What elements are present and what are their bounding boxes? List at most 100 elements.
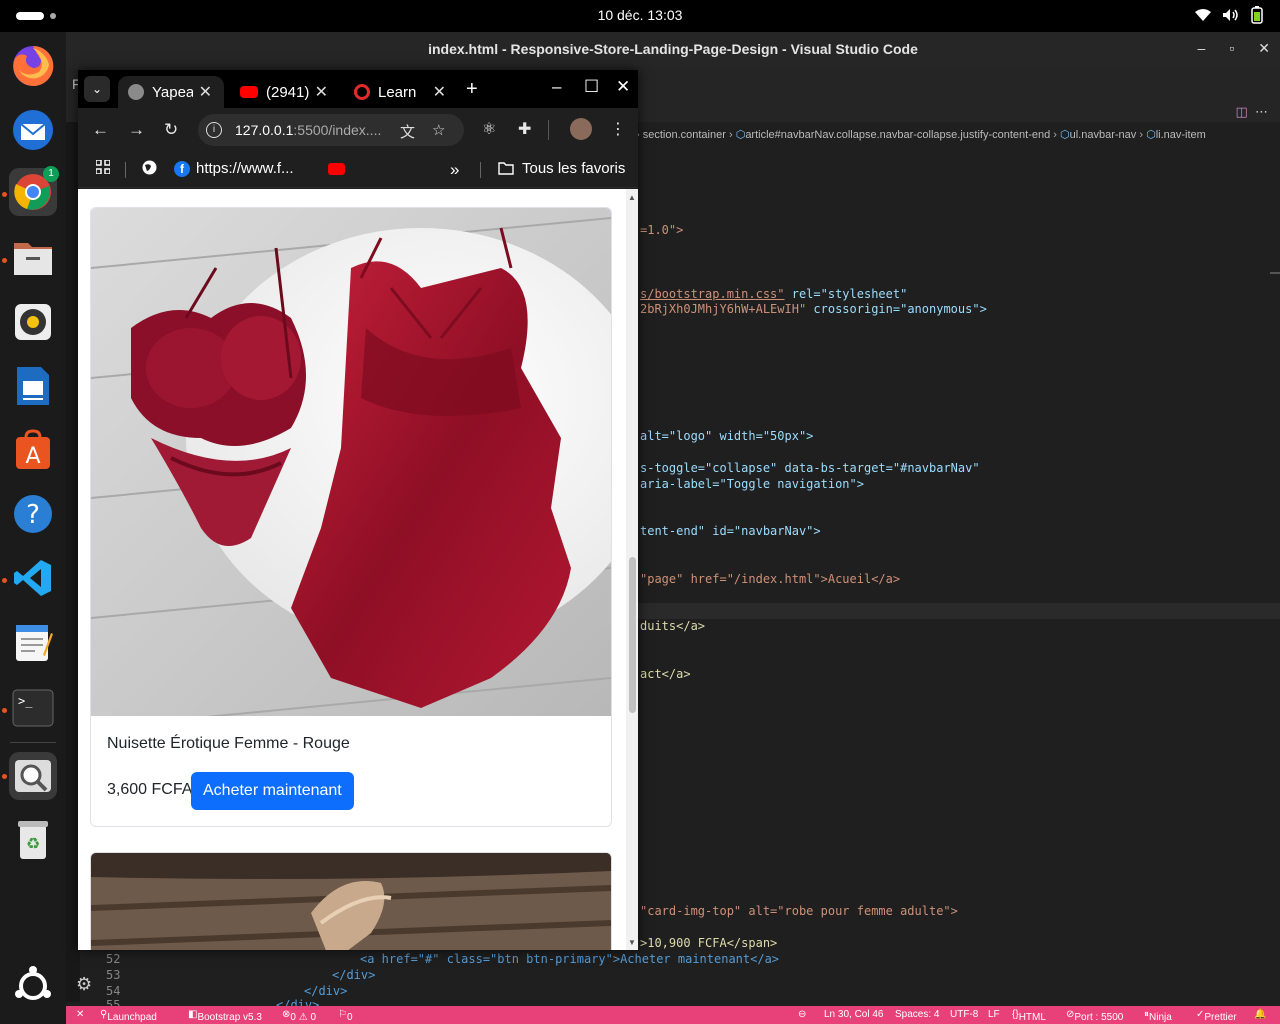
bookmark-youtube-icon[interactable]	[328, 163, 345, 175]
breadcrumb-ul[interactable]: ul.navbar-nav	[1070, 129, 1137, 141]
scrollbar-thumb[interactable]	[629, 557, 636, 713]
bookmark-facebook[interactable]: f https://www.f...	[174, 160, 294, 177]
text-editor-icon[interactable]	[9, 618, 57, 666]
split-editor-icon[interactable]: ◫ ⋯	[1235, 104, 1268, 120]
status-encoding[interactable]: UTF-8	[950, 1009, 978, 1020]
breadcrumb[interactable]: › section.container › ⬡article#navbarNav…	[636, 128, 1206, 141]
manage-gear-icon[interactable]: ⚙	[76, 974, 92, 995]
code-line[interactable]: </div>	[304, 984, 347, 998]
buy-now-button[interactable]: Acheter maintenant	[191, 772, 354, 810]
maximize-icon[interactable]: ▫	[1229, 40, 1234, 57]
tab-close-icon[interactable]: ✕	[433, 82, 446, 102]
tab-close-icon[interactable]: ✕	[315, 82, 328, 102]
code-line[interactable]: alt="logo" width="50px">	[640, 429, 813, 443]
status-problems[interactable]: ⊗ 0 ⚠ 0	[282, 1009, 316, 1023]
tab-yapeal[interactable]: Yapeal ✕	[118, 76, 224, 108]
bookmarks-divider	[480, 162, 481, 178]
close-icon[interactable]: ✕	[616, 77, 630, 97]
code-line[interactable]: "card-img-top" alt="robe pour femme adul…	[640, 904, 958, 918]
reload-icon[interactable]: ↻	[164, 120, 178, 140]
rhythmbox-icon[interactable]	[9, 298, 57, 346]
code-line[interactable]: 2bRjXh0JMhjY6hW+ALEwIH" crossorigin="ano…	[640, 302, 987, 316]
zoom-icon[interactable]: ⊖	[798, 1009, 806, 1020]
minimize-icon[interactable]: –	[552, 77, 561, 97]
tab-youtube[interactable]: (2941) ✕	[230, 76, 340, 108]
help-icon[interactable]: ?	[9, 490, 57, 538]
breadcrumb-li[interactable]: li.nav-item	[1156, 129, 1206, 141]
tab-learn[interactable]: Learn ✕	[344, 76, 458, 108]
globe-bookmark-icon[interactable]	[142, 160, 157, 175]
all-bookmarks-folder[interactable]: Tous les favoris	[498, 160, 625, 177]
notifications-icon[interactable]: 🔔	[1254, 1009, 1266, 1020]
product-image-red-satin-lingerie[interactable]	[91, 208, 611, 716]
status-position[interactable]: Ln 30, Col 46	[824, 1009, 884, 1020]
code-line[interactable]: duits</a>	[640, 619, 705, 633]
wifi-icon	[1194, 8, 1212, 26]
address-bar[interactable]: i 127.0.0.1:5500/index.... 文 ☆	[198, 114, 464, 146]
show-apps-icon[interactable]	[9, 962, 57, 1010]
status-prettier[interactable]: ✓ Prettier	[1196, 1009, 1237, 1023]
address-url[interactable]: 127.0.0.1:5500/index....	[235, 122, 385, 138]
close-icon[interactable]: ✕	[1258, 40, 1270, 57]
magnifier-icon[interactable]	[9, 752, 57, 800]
chrome-toolbar: ← → ↻ i 127.0.0.1:5500/index.... 文 ☆ ⚛ ✚…	[78, 108, 638, 152]
files-icon[interactable]	[9, 234, 57, 282]
firefox-icon[interactable]	[9, 42, 57, 90]
minimize-icon[interactable]: –	[1198, 40, 1206, 57]
vscode-icon[interactable]	[9, 554, 57, 602]
apps-grid-icon[interactable]	[96, 160, 110, 174]
vscode-title: index.html - Responsive-Store-Landing-Pa…	[428, 41, 918, 57]
extensions-puzzle-icon[interactable]: ✚	[518, 119, 531, 139]
tab-search-chevron-icon[interactable]: ⌄	[84, 76, 110, 102]
code-line[interactable]: act</a>	[640, 667, 691, 681]
code-line[interactable]: s-toggle="collapse" data-bs-target="#nav…	[640, 461, 980, 475]
profile-avatar[interactable]	[570, 118, 592, 140]
editor-scrollbar[interactable]	[1270, 272, 1280, 274]
code-line[interactable]: >10,900 FCFA</span>	[640, 936, 777, 950]
translate-icon[interactable]: 文	[400, 121, 415, 142]
new-tab-plus-icon[interactable]: +	[466, 78, 478, 101]
forward-arrow-icon[interactable]: →	[128, 120, 145, 140]
thunderbird-icon[interactable]	[9, 106, 57, 154]
youtube-icon	[240, 86, 258, 98]
terminal-icon[interactable]: >_	[9, 684, 57, 732]
code-line[interactable]: aria-label="Toggle navigation">	[640, 477, 864, 491]
status-launchpad[interactable]: ⚲ Launchpad	[100, 1009, 157, 1023]
status-language[interactable]: {} HTML	[1012, 1009, 1046, 1023]
breadcrumb-section[interactable]: section.container	[643, 129, 726, 141]
code-line[interactable]: <a href="#" class="btn btn-primary">Ache…	[360, 952, 779, 966]
status-bootstrap[interactable]: ◧ Bootstrap v5.3	[188, 1009, 262, 1023]
libreoffice-impress-icon[interactable]	[9, 362, 57, 410]
system-clock[interactable]: 10 déc. 13:03	[0, 7, 1280, 23]
bookmark-star-icon[interactable]: ☆	[432, 121, 445, 139]
back-arrow-icon[interactable]: ←	[92, 120, 109, 140]
status-spaces[interactable]: Spaces: 4	[895, 1009, 939, 1020]
code-line[interactable]: "page" href="/index.html">Acueil</a>	[640, 572, 900, 586]
system-tray[interactable]	[1194, 6, 1264, 28]
scroll-up-arrow-icon[interactable]: ▲	[628, 193, 636, 202]
vscode-titlebar[interactable]: index.html - Responsive-Store-Landing-Pa…	[66, 32, 1280, 68]
code-line[interactable]: s/bootstrap.min.css" rel="stylesheet"	[640, 287, 907, 301]
app-center-icon[interactable]: A	[9, 426, 57, 474]
trash-icon[interactable]: ♻	[9, 816, 57, 864]
react-devtools-icon[interactable]: ⚛	[482, 119, 496, 139]
code-line[interactable]: </div>	[332, 968, 375, 982]
code-line[interactable]: </div>	[276, 998, 319, 1006]
status-port[interactable]: ⊘ Port : 5500	[1066, 1009, 1123, 1023]
more-bookmarks-icon[interactable]: »	[450, 160, 459, 180]
maximize-icon[interactable]: ☐	[584, 77, 599, 97]
scroll-down-arrow-icon[interactable]: ▼	[628, 938, 636, 947]
status-ninja[interactable]: ⏸ Ninja	[1144, 1009, 1172, 1023]
status-ports[interactable]: ⚐ 0	[338, 1009, 353, 1023]
product-image-sandals-on-wood[interactable]	[91, 853, 611, 950]
status-eol[interactable]: LF	[988, 1009, 1000, 1020]
remote-icon[interactable]: ✕	[76, 1009, 84, 1020]
site-info-icon[interactable]: i	[206, 122, 222, 138]
tab-close-icon[interactable]: ✕	[199, 82, 212, 102]
chrome-icon[interactable]: 1	[9, 166, 59, 216]
code-line[interactable]: tent-end" id="navbarNav">	[640, 524, 821, 538]
page-scrollbar[interactable]: ▲ ▼	[626, 189, 638, 950]
code-line[interactable]: =1.0">	[640, 223, 683, 237]
breadcrumb-article[interactable]: article#navbarNav.collapse.navbar-collap…	[745, 129, 1050, 141]
kebab-menu-icon[interactable]: ⋮	[610, 119, 626, 139]
